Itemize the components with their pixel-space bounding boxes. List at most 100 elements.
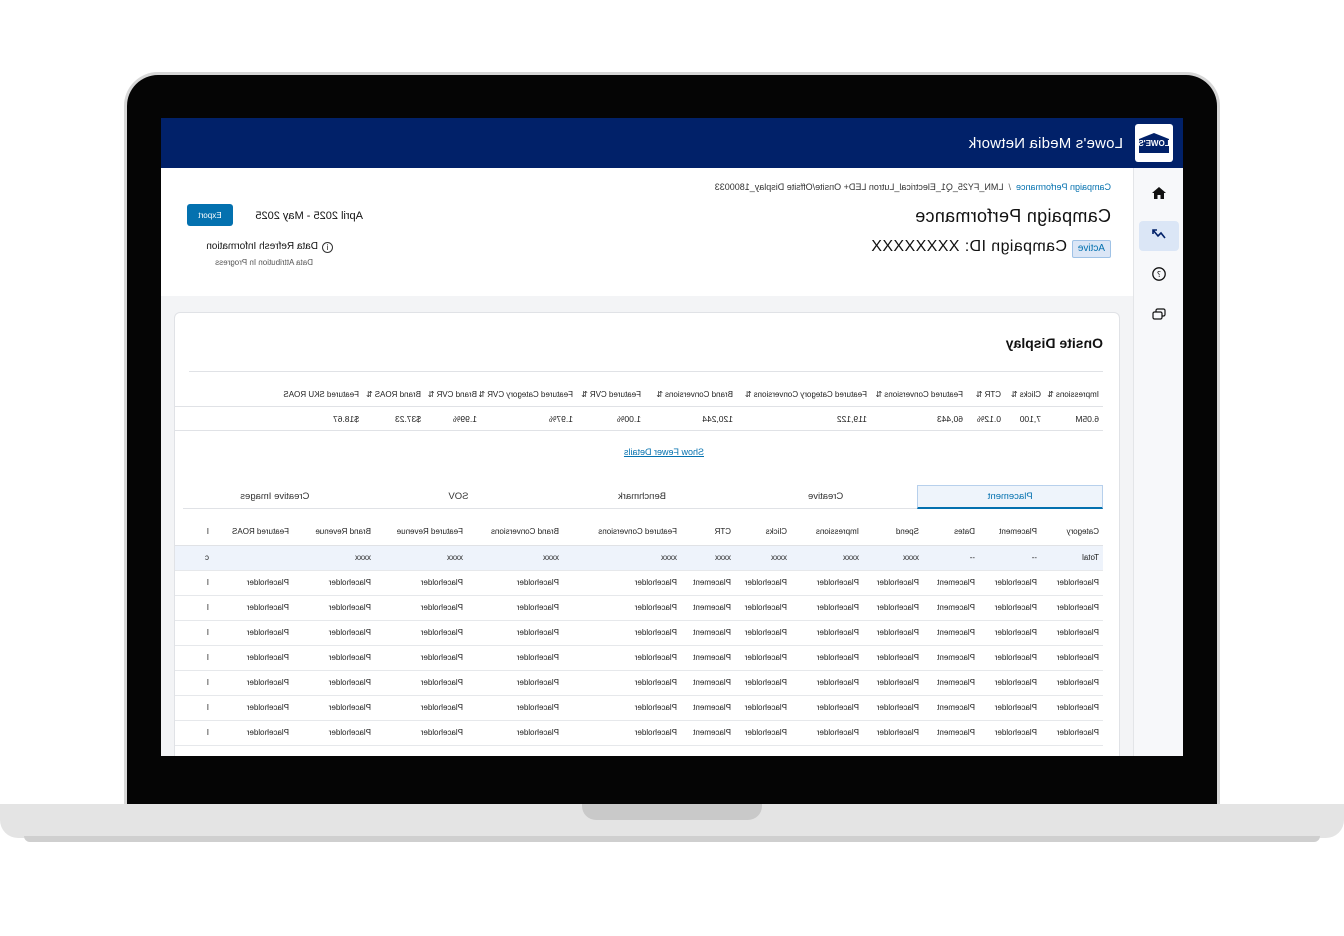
metric-value-clicks: 7,100 <box>1019 413 1041 424</box>
column-header-featured-conversions[interactable]: Featured Conversions <box>563 519 681 545</box>
total-cell: xxxx <box>563 545 681 570</box>
table-cell: Placeholder <box>735 720 791 745</box>
table-cell: Placeholder <box>375 695 467 720</box>
sort-icon[interactable]: ⇅ <box>366 390 373 399</box>
table-cell: Placeholder <box>979 570 1041 595</box>
metric-header-brand-conversions[interactable]: Brand Conversions⇅ <box>645 390 737 399</box>
table-cell: Placeholder <box>979 595 1041 620</box>
table-cell: Placeholder <box>1041 670 1103 695</box>
table-cell: Placement <box>923 620 979 645</box>
help-icon: ? <box>1151 266 1167 286</box>
screen: LOWE'S Lowe's Media Network ? Campaign P… <box>161 118 1183 756</box>
total-cell: c <box>174 545 213 570</box>
section-title: Onsite Display <box>1005 335 1103 351</box>
sort-icon[interactable]: ⇅ <box>428 390 435 399</box>
table-cell: Placement <box>923 720 979 745</box>
table-cell: Placement <box>681 570 735 595</box>
table-cell: Placeholder <box>863 570 923 595</box>
show-fewer-details-link[interactable]: Show Fewer Details <box>624 447 704 457</box>
nav-help[interactable]: ? <box>1139 261 1179 291</box>
column-header-brand-revenue[interactable]: Brand Revenue <box>293 519 375 545</box>
sort-icon[interactable]: ⇅ <box>1047 390 1054 399</box>
nav-performance[interactable] <box>1139 221 1179 251</box>
column-header-spend[interactable]: Spend <box>863 519 923 545</box>
table-cell: Placeholder <box>791 620 863 645</box>
metric-header-impressions[interactable]: Impressions⇅ <box>1045 390 1103 399</box>
table-row[interactable]: Placeholder Placeholder Placement Placehold… <box>174 570 1103 595</box>
table-row[interactable]: Placeholder Placeholder Placement Placehold… <box>174 645 1103 670</box>
metric-header-featured-conversions[interactable]: Featured Conversions⇅ <box>871 390 967 399</box>
table-header-row: Category Placement Dates Spend Impressions Cl… <box>174 519 1103 545</box>
table-row[interactable]: Placeholder Placeholder Placement Placehold… <box>174 595 1103 620</box>
table-cell: Placeholder <box>735 595 791 620</box>
table-cell: Placement <box>923 670 979 695</box>
table-row[interactable]: Placeholder Placeholder Placement Placehold… <box>174 620 1103 645</box>
table-row[interactable]: Placeholder Placeholder Placement Placehold… <box>174 695 1103 720</box>
table-cell: Placeholder <box>735 620 791 645</box>
sort-icon[interactable]: ⇅ <box>581 390 588 399</box>
column-header-placement[interactable]: Placement <box>979 519 1041 545</box>
date-range[interactable]: April 2025 - May 2025 <box>255 210 363 222</box>
column-header-clicks[interactable]: Clicks <box>735 519 791 545</box>
breadcrumb-link[interactable]: Campaign Performance <box>1016 182 1111 192</box>
table-cell: Placeholder <box>791 695 863 720</box>
nav-home[interactable] <box>1139 180 1179 210</box>
table-cell: Placeholder <box>979 695 1041 720</box>
export-button[interactable]: Export <box>187 204 233 226</box>
metric-header-label: CTR <box>984 390 1001 399</box>
table-cell: Placeholder <box>293 620 375 645</box>
column-header-category[interactable]: Category <box>1041 519 1103 545</box>
tab-sov[interactable]: SOV <box>366 485 551 509</box>
table-cell: Placeholder <box>979 720 1041 745</box>
table-cell: Placeholder <box>863 595 923 620</box>
metric-value-brand-conversions: 120,244 <box>702 413 733 424</box>
sort-icon[interactable]: ⇅ <box>976 390 983 399</box>
tab-placement[interactable]: Placement <box>917 485 1103 509</box>
column-header-featured-roas[interactable]: Featured ROAS <box>213 519 293 545</box>
table-cell: Placeholder <box>735 695 791 720</box>
side-nav: ? <box>1133 168 1183 756</box>
info-icon: i <box>322 242 333 253</box>
column-header-brand-conversions[interactable]: Brand Conversions <box>467 519 563 545</box>
table-cell: Placeholder <box>375 670 467 695</box>
metric-header-featured-sku-roas[interactable]: Featured SKU ROAS <box>283 390 363 399</box>
metric-header-label: Featured Conversions <box>884 390 963 399</box>
column-header-ctr[interactable]: CTR <box>681 519 735 545</box>
table-cell: Placeholder <box>467 595 563 620</box>
metric-header-brand-cvr[interactable]: Brand CVR⇅ <box>425 390 481 399</box>
metric-header-ctr[interactable]: CTR⇅ <box>967 390 1005 399</box>
table-cell: Placeholder <box>1041 645 1103 670</box>
column-header-featured-revenue[interactable]: Featured Revenue <box>375 519 467 545</box>
tab-creative[interactable]: Creative <box>733 485 918 509</box>
tab-benchmark[interactable]: Benchmark <box>550 485 734 509</box>
section-divider <box>189 371 1103 372</box>
table-cell: Placeholder <box>563 570 681 595</box>
metric-header-featured-category-conversions[interactable]: Featured Category Conversions⇅ <box>737 390 871 399</box>
table-cell: Placeholder <box>213 620 293 645</box>
metric-header-featured-category-cvr[interactable]: Featured Category CVR⇅ <box>478 390 577 399</box>
column-header-dates[interactable]: Dates <box>923 519 979 545</box>
column-header-i[interactable]: I <box>174 519 213 545</box>
tab-creative-images[interactable]: Creative Images <box>183 485 367 509</box>
lowes-logo[interactable]: LOWE'S <box>1135 124 1173 162</box>
nav-feedback[interactable] <box>1139 301 1179 331</box>
metric-header-clicks[interactable]: Clicks⇅ <box>1005 390 1045 399</box>
sort-icon[interactable]: ⇅ <box>656 390 663 399</box>
sort-icon[interactable]: ⇅ <box>876 390 883 399</box>
sort-icon[interactable]: ⇅ <box>1011 390 1018 399</box>
table-cell: I <box>174 670 213 695</box>
table-cell: Placeholder <box>1041 570 1103 595</box>
metric-value-impressions: 6.05M <box>1075 413 1099 424</box>
table-row[interactable]: Placeholder Placeholder Placement Placehold… <box>174 670 1103 695</box>
metric-header-featured-cvr[interactable]: Featured CVR⇅ <box>577 390 645 399</box>
column-header-impressions[interactable]: Impressions <box>791 519 863 545</box>
table-cell: Placeholder <box>293 670 375 695</box>
sort-icon[interactable]: ⇅ <box>745 390 752 399</box>
table-row[interactable]: Placeholder Placeholder Placement Placehold… <box>174 720 1103 745</box>
metric-header-label: Featured CVR <box>589 390 641 399</box>
metric-header-brand-roas[interactable]: Brand ROAS⇅ <box>363 390 425 399</box>
table-cell: Placeholder <box>863 620 923 645</box>
campaign-id: Campaign ID: XXXXXXXX <box>870 238 1067 255</box>
data-refresh-info[interactable]: i Data Refresh Information <box>206 241 333 253</box>
onsite-display-card: Onsite Display Impressions⇅ Clicks⇅ CTR⇅ Fe… <box>174 312 1120 756</box>
